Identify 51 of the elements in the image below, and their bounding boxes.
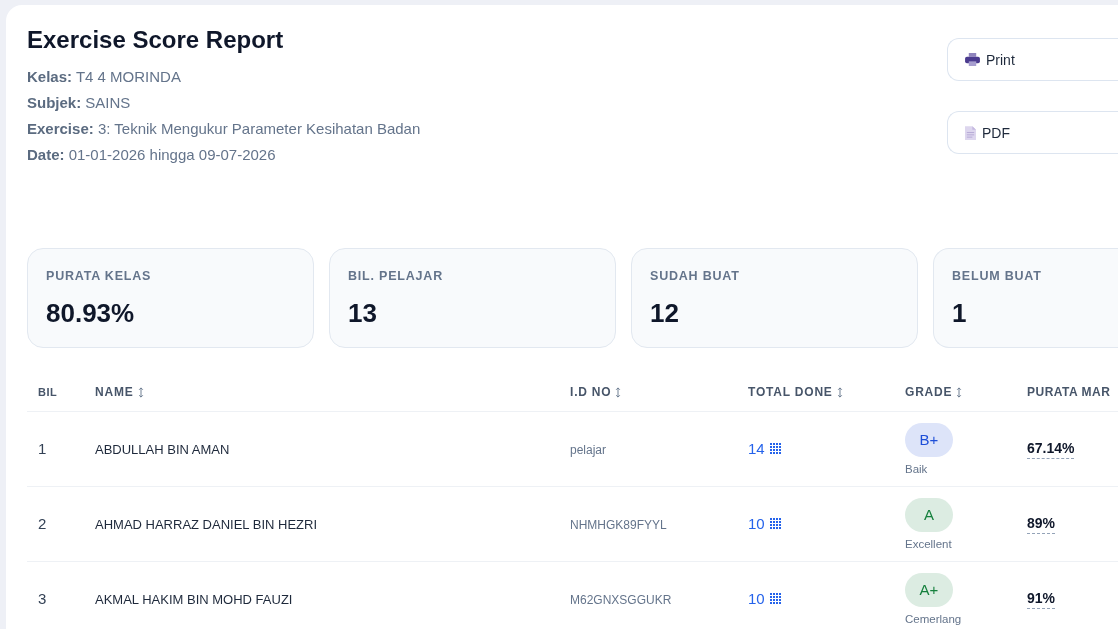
column-header[interactable]: I.D NO: [570, 385, 622, 399]
column-header[interactable]: NAME: [95, 385, 144, 399]
pdf-button[interactable]: PDF: [947, 111, 1118, 154]
document-icon: [965, 125, 976, 140]
grade-badge: A+: [905, 572, 953, 607]
column-header: BIL: [38, 386, 58, 398]
average-mark: 89%: [1027, 515, 1056, 534]
total-done-link[interactable]: 10: [748, 590, 781, 607]
column-header: PURATA MAR: [1027, 385, 1111, 399]
report-detail: Date: 01-01-2026 hingga 09-07-2026: [27, 145, 277, 165]
student-id: NHMHGK89FYYL: [570, 518, 667, 532]
row-number: 3: [38, 590, 47, 607]
report-detail: Subjek: SAINS: [27, 93, 132, 113]
grade-badge: B+: [905, 422, 953, 457]
grade-badge: A: [905, 497, 953, 532]
grade-description: Baik: [905, 461, 928, 476]
student-id: pelajar: [570, 443, 607, 457]
grid-icon: [769, 593, 781, 604]
total-done-link[interactable]: 14: [748, 440, 781, 457]
row-number: 1: [38, 440, 47, 457]
average-mark: 91%: [1027, 590, 1056, 609]
stat-value: 12: [650, 297, 680, 329]
sort-icon: [836, 386, 843, 398]
row-number: 2: [38, 515, 47, 532]
grid-icon: [769, 518, 781, 529]
sort-icon: [956, 386, 963, 398]
grid-icon: [769, 443, 781, 454]
printer-icon: [965, 53, 980, 66]
report-detail: Kelas: T4 4 MORINDA: [27, 67, 182, 87]
column-header[interactable]: GRADE: [905, 385, 963, 399]
report-title: Exercise Score Report: [27, 25, 285, 55]
student-name: ABDULLAH BIN AMAN: [95, 442, 230, 457]
student-name: AHMAD HARRAZ DANIEL BIN HEZRI: [95, 517, 317, 532]
average-mark: 67.14%: [1027, 440, 1075, 459]
grade-description: Cemerlang: [905, 611, 962, 626]
student-id: M62GNXSGGUKR: [570, 593, 672, 607]
stat-label: SUDAH BUAT: [650, 268, 741, 284]
stat-label: BIL. PELAJAR: [348, 268, 445, 284]
sort-icon: [615, 386, 622, 398]
column-header[interactable]: TOTAL DONE: [748, 385, 843, 399]
print-button[interactable]: Print: [947, 38, 1118, 81]
total-done-link[interactable]: 10: [748, 515, 781, 532]
student-name: AKMAL HAKIM BIN MOHD FAUZI: [95, 592, 293, 607]
report-detail: Exercise: 3: Teknik Mengukur Parameter Kesihatan Badan: [27, 119, 421, 139]
stat-label: PURATA KELAS: [46, 268, 153, 284]
stat-value: 1: [952, 297, 968, 329]
grade-description: Excellent: [905, 536, 952, 551]
sort-icon: [137, 386, 144, 398]
stat-label: BELUM BUAT: [952, 268, 1043, 284]
stat-value: 13: [348, 297, 378, 329]
stat-value: 80.93%: [46, 297, 136, 329]
